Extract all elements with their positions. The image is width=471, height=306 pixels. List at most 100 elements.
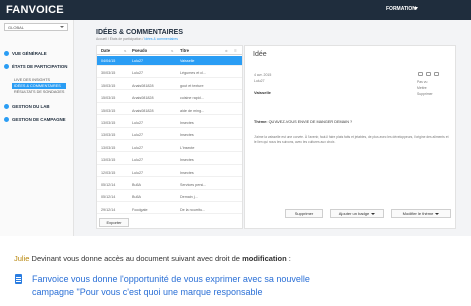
caption-text: Devinant vous donne accès au document su… (29, 254, 243, 263)
column-header-date[interactable]: Date (101, 48, 110, 53)
document-line (16, 279, 21, 280)
sidebar-item-label: GESTION DE CAMPAGNE (12, 117, 66, 122)
table-row[interactable]: 13/03/15 Lulu27 L'insecte (97, 143, 242, 153)
table-row[interactable]: 15/03/15 Anais081828 aide de ming... (97, 106, 242, 116)
table-row[interactable]: 05/12/14 Bu5A Services persi... (97, 180, 242, 190)
document-line (16, 281, 21, 282)
table-cell-titre: Insectes (180, 133, 194, 138)
chevron-down-icon (371, 212, 376, 215)
table-cell-date: 15/03/15 (101, 96, 116, 101)
view-icon[interactable] (418, 72, 423, 76)
table-cell-date: 13/03/15 (101, 145, 116, 150)
notice-line-2: campagne "Pour vous c'est quoi une marqu… (32, 287, 263, 297)
chevron-down-icon (435, 212, 440, 215)
document-icon (15, 274, 22, 284)
table-cell-titre: cuisine rapid... (180, 96, 204, 101)
idea-author[interactable]: Lulu27 (254, 79, 265, 83)
idea-date: 4 avr. 2015 (254, 73, 272, 77)
table-cell-date: 13/03/15 (101, 133, 116, 138)
column-header-titre[interactable]: Titre (180, 48, 189, 53)
table-cell-pseudo: Anais081828 (132, 108, 154, 113)
table-cell-date: 05/12/14 (101, 195, 116, 200)
flag-icon[interactable] (434, 72, 439, 76)
document-notice[interactable]: Fanvoice vous donne l'opportunité de vou… (32, 273, 310, 299)
table-row[interactable]: 30/03/15 Lulu27 Légumes et cl... (97, 68, 242, 78)
page-root: FANVOICE FORMATION GLOBAL VUE GÉNÉRALE É… (0, 0, 471, 306)
user-menu[interactable]: FORMATION (386, 6, 416, 12)
table-row[interactable]: 15/03/15 Anais081828 gout et texture (97, 81, 242, 91)
table-cell-date: 05/12/14 (101, 183, 116, 187)
comment-icon[interactable] (426, 72, 431, 76)
table-row[interactable]: 13/03/15 Lulu27 Insectes (97, 130, 242, 140)
top-bar: FANVOICE FORMATION (0, 0, 471, 20)
sidebar-item-label: GESTION DU LAB (12, 104, 50, 109)
breadcrumb-path[interactable]: Accueil / États de participation / (96, 37, 144, 41)
table-row[interactable]: 29/12/14 Foodgate De la nourritu... (97, 205, 242, 215)
sidebar-item-label: VUE GÉNÉRALE (12, 51, 47, 56)
breadcrumb: Accueil / États de participation / Idées… (96, 37, 178, 41)
table-cell-titre: De la nourritu... (180, 207, 206, 212)
table-cell-titre: Insectes (180, 170, 194, 175)
caption-tail: : (286, 254, 291, 263)
overview-icon (4, 51, 9, 56)
main-content: IDÉES & COMMENTAIRES Accueil / États de … (75, 20, 471, 236)
sidebar-subitem-ideas[interactable]: IDÉES & COMMENTAIRES (12, 83, 66, 89)
table-cell-pseudo: Lulu27 (132, 71, 144, 76)
export-button[interactable]: Exporter (99, 218, 129, 227)
sidebar-item-campaign[interactable]: GESTION DE CAMPAGNE (4, 117, 66, 122)
app-screenshot: FANVOICE FORMATION GLOBAL VUE GÉNÉRALE É… (0, 0, 471, 236)
table-header: Date ⇅ Pseudo ⇅ Titre ⚙ ☰ (97, 46, 242, 55)
table-row[interactable]: 13/03/15 Lulu27 Insectes (97, 118, 242, 128)
app-logo[interactable]: FANVOICE (6, 4, 64, 16)
sort-icon[interactable]: ⇅ (171, 49, 174, 53)
table-row[interactable]: 13/03/15 Lulu27 Insectes (97, 155, 242, 165)
chevron-down-icon[interactable] (414, 7, 418, 10)
table-cell-titre: Services persi... (180, 183, 207, 187)
table-cell-date: 13/03/15 (101, 158, 116, 163)
sort-icon[interactable]: ⇅ (124, 49, 127, 53)
idea-actions (418, 72, 439, 76)
table-cell-titre: aide de ming... (180, 108, 205, 113)
notice-line-1: Fanvoice vous donne l'opportunité de vou… (32, 274, 310, 284)
table-cell-pseudo: Lulu27 (132, 59, 144, 63)
ideas-table: Date ⇅ Pseudo ⇅ Titre ⚙ ☰ 04/04/15 Lulu27… (96, 45, 243, 229)
column-header-pseudo[interactable]: Pseudo (132, 48, 147, 53)
sidebar-item-overview[interactable]: VUE GÉNÉRALE (4, 51, 47, 56)
table-cell-pseudo: Lulu27 (132, 121, 144, 125)
table-cell-pseudo: Anais081828 (132, 83, 154, 88)
sidebar-subitem-insights[interactable]: LIVE DES INSIGHTS (14, 78, 50, 82)
table-row[interactable]: 15/03/15 Anais081828 cuisine rapid... (97, 93, 242, 103)
table-cell-titre: Légumes et cl... (180, 71, 207, 76)
breadcrumb-current[interactable]: Idées & commentaires (144, 37, 178, 41)
table-cell-date: 15/03/15 (101, 83, 116, 88)
table-cell-pseudo: Lulu27 (132, 170, 144, 175)
table-cell-pseudo: Foodgate (132, 207, 148, 212)
table-cell-pseudo: Anais081828 (132, 96, 154, 101)
idea-delete-link[interactable]: Supprimer (417, 92, 433, 96)
settings-icon[interactable]: ⚙ (225, 49, 228, 53)
table-row[interactable]: 12/03/15 Lulu27 Insectes (97, 168, 242, 178)
sidebar-item-lab[interactable]: GESTION DU LAB (4, 104, 50, 109)
filter-icon[interactable]: ☰ (234, 49, 237, 53)
table-cell-titre: gout et texture (180, 83, 204, 88)
idea-highlight-link[interactable]: Mettre (417, 86, 427, 90)
sidebar-subitem-surveys[interactable]: RÉSULTATS DE SONDAGES (14, 90, 64, 94)
scope-select[interactable]: GLOBAL (4, 23, 68, 31)
table-cell-titre: Insectes (180, 121, 194, 125)
delete-button[interactable]: Supprimer (285, 209, 323, 218)
table-cell-titre: Insectes (180, 158, 194, 163)
sidebar-item-participation[interactable]: ÉTATS DE PARTICIPATION (4, 64, 67, 69)
table-cell-titre: L'insecte (180, 145, 195, 150)
edit-theme-button[interactable]: Modifier le thème (391, 209, 451, 218)
table-row[interactable]: 04/04/15 Lulu27 Vaisselle (97, 56, 242, 66)
add-badge-button[interactable]: Ajouter un badge (330, 209, 384, 218)
idea-theme: Thème: QU'AVEZ-VOUS ENVIE DE MANGER DEMA… (254, 120, 352, 124)
share-caption: Julie Devinant vous donne accès au docum… (14, 254, 291, 263)
edit-theme-label: Modifier le thème (402, 211, 434, 216)
theme-value: QU'AVEZ-VOUS ENVIE DE MANGER DEMAIN ? (268, 120, 353, 124)
table-row[interactable]: 05/12/14 Bu5A Demain j... (97, 192, 242, 202)
page-title: IDÉES & COMMENTAIRES (96, 29, 183, 36)
theme-label: Thème: (254, 120, 268, 124)
table-cell-pseudo: Bu5A (132, 183, 142, 187)
idea-status: Pas vu (417, 80, 428, 84)
